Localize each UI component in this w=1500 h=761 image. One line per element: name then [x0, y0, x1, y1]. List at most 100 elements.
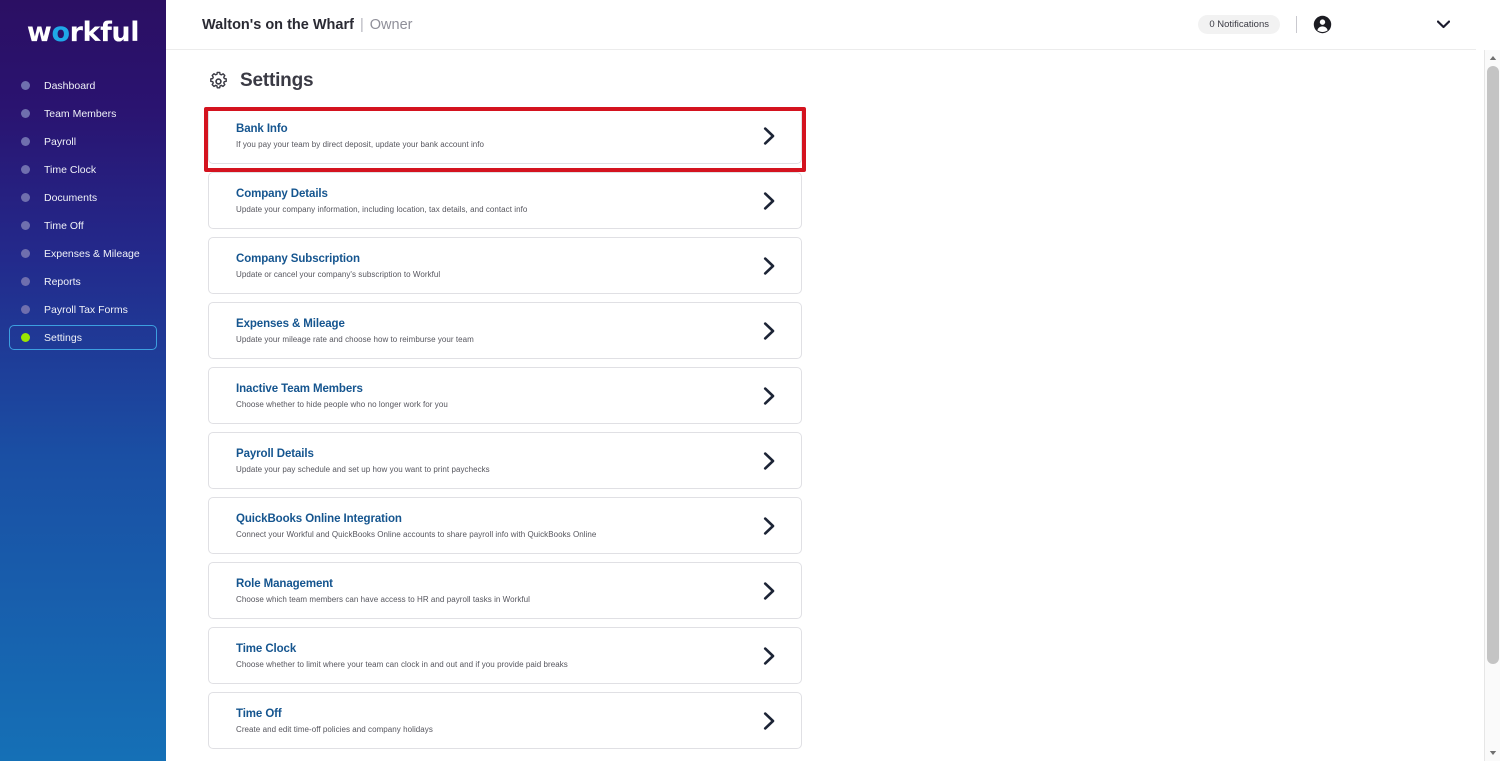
settings-card[interactable]: Payroll Details Update your pay schedule …	[208, 432, 802, 489]
page-title: Settings	[240, 70, 314, 91]
settings-card-title: QuickBooks Online Integration	[236, 512, 402, 525]
settings-card-text: Company Subscription Update or cancel you…	[236, 253, 440, 279]
settings-card[interactable]: Inactive Team Members Choose whether to h…	[208, 367, 802, 424]
chevron-right-icon[interactable]	[763, 126, 776, 145]
company-breadcrumb: Walton's on the Wharf | Owner	[202, 17, 413, 33]
sidebar-item-label: Documents	[44, 191, 98, 204]
header-scroll-corner	[1476, 0, 1492, 50]
scroll-up-arrow-icon[interactable]	[1485, 50, 1500, 66]
page-header: Settings	[208, 70, 1492, 92]
chevron-right-icon[interactable]	[763, 191, 776, 210]
sidebar-item-dot-icon	[21, 305, 30, 314]
logo-text-suffix: rkful	[69, 17, 140, 48]
chevron-down-icon[interactable]	[1437, 20, 1450, 29]
chevron-right-icon[interactable]	[763, 581, 776, 600]
settings-card-list: Bank Info If you pay your team by direct …	[208, 107, 802, 749]
sidebar-item-time-clock[interactable]: Time Clock	[9, 157, 157, 182]
settings-card[interactable]: Bank Info If you pay your team by direct …	[208, 107, 802, 164]
chevron-right-icon[interactable]	[763, 711, 776, 730]
settings-card-text: Expenses & Mileage Update your mileage ra…	[236, 318, 474, 344]
settings-card-title: Payroll Details	[236, 447, 314, 460]
main-content: Settings Bank Info If you pay your team b…	[166, 50, 1492, 761]
company-name: Walton's on the Wharf	[202, 16, 354, 33]
sidebar-item-payroll[interactable]: Payroll	[9, 129, 157, 154]
settings-card-text: Payroll Details Update your pay schedule …	[236, 448, 490, 474]
settings-card-description: If you pay your team by direct deposit, …	[236, 139, 485, 149]
sidebar-item-settings[interactable]: Settings	[9, 325, 157, 350]
settings-card[interactable]: Company Details Update your company infor…	[208, 172, 802, 229]
settings-card-description: Update your mileage rate and choose how …	[236, 334, 474, 344]
settings-card-title: Company Details	[236, 187, 328, 200]
scrollbar-thumb[interactable]	[1487, 66, 1499, 664]
scroll-down-arrow-icon[interactable]	[1485, 745, 1500, 761]
sidebar-item-dot-icon	[21, 109, 30, 118]
sidebar-nav: Dashboard Team Members Payroll Time Clock Do…	[0, 73, 166, 350]
header-divider	[1296, 16, 1297, 33]
settings-card-text: Role Management Choose which team members…	[236, 578, 530, 604]
sidebar-item-dot-icon	[21, 333, 30, 342]
sidebar-item-label: Payroll Tax Forms	[44, 303, 128, 316]
sidebar-item-reports[interactable]: Reports	[9, 269, 157, 294]
sidebar-item-dot-icon	[21, 165, 30, 174]
sidebar-item-label: Reports	[44, 275, 81, 288]
settings-card-description: Update your pay schedule and set up how …	[236, 464, 490, 474]
settings-card[interactable]: Role Management Choose which team members…	[208, 562, 802, 619]
settings-card-description: Create and edit time-off policies and co…	[236, 724, 433, 734]
settings-card[interactable]: Company Subscription Update or cancel you…	[208, 237, 802, 294]
sidebar-item-dashboard[interactable]: Dashboard	[9, 73, 157, 98]
sidebar-item-time-off[interactable]: Time Off	[9, 213, 157, 238]
sidebar-item-expenses-mileage[interactable]: Expenses & Mileage	[9, 241, 157, 266]
header-actions: 0 Notifications	[1198, 15, 1450, 34]
sidebar-item-dot-icon	[21, 277, 30, 286]
settings-card-text: Time Off Create and edit time-off policie…	[236, 708, 433, 734]
sidebar-item-payroll-tax-forms[interactable]: Payroll Tax Forms	[9, 297, 157, 322]
settings-card-description: Connect your Workful and QuickBooks Onli…	[236, 529, 597, 539]
settings-card-description: Choose which team members can have acces…	[236, 594, 530, 604]
sidebar-item-dot-icon	[21, 193, 30, 202]
settings-card-description: Choose whether to hide people who no lon…	[236, 399, 448, 409]
settings-card-text: Inactive Team Members Choose whether to h…	[236, 383, 448, 409]
settings-card-title: Inactive Team Members	[236, 382, 363, 395]
notifications-badge[interactable]: 0 Notifications	[1198, 15, 1280, 34]
settings-card-title: Expenses & Mileage	[236, 317, 345, 330]
sidebar-item-label: Time Off	[44, 219, 84, 232]
chevron-right-icon[interactable]	[763, 451, 776, 470]
chevron-right-icon[interactable]	[763, 516, 776, 535]
settings-card-text: Bank Info If you pay your team by direct …	[236, 123, 484, 149]
settings-card[interactable]: Time Off Create and edit time-off policie…	[208, 692, 802, 749]
settings-card-title: Time Clock	[236, 642, 297, 655]
chevron-right-icon[interactable]	[763, 256, 776, 275]
sidebar-item-label: Team Members	[44, 107, 117, 120]
page-scrollbar[interactable]	[1484, 50, 1500, 761]
sidebar-item-dot-icon	[21, 137, 30, 146]
account-circle-icon[interactable]	[1313, 15, 1332, 34]
settings-card-title: Time Off	[236, 707, 282, 720]
settings-card-description: Update your company information, includi…	[236, 204, 528, 214]
chevron-right-icon[interactable]	[763, 321, 776, 340]
gear-icon	[208, 71, 229, 92]
sidebar-item-dot-icon	[21, 81, 30, 90]
sidebar-item-documents[interactable]: Documents	[9, 185, 157, 210]
settings-card[interactable]: QuickBooks Online Integration Connect you…	[208, 497, 802, 554]
user-role: Owner	[369, 16, 413, 33]
sidebar-item-label: Time Clock	[44, 163, 97, 176]
settings-card[interactable]: Expenses & Mileage Update your mileage ra…	[208, 302, 802, 359]
settings-card[interactable]: Time Clock Choose whether to limit where …	[208, 627, 802, 684]
breadcrumb-separator: |	[359, 16, 364, 33]
chevron-right-icon[interactable]	[763, 386, 776, 405]
workful-logo: workful	[0, 17, 166, 48]
settings-card-title: Company Subscription	[236, 252, 360, 265]
sidebar-item-dot-icon	[21, 249, 30, 258]
logo-text-accent: o	[51, 17, 70, 48]
sidebar: workful Dashboard Team Members Payroll Time…	[0, 0, 166, 761]
settings-card-text: QuickBooks Online Integration Connect you…	[236, 513, 596, 539]
settings-card-title: Bank Info	[236, 122, 288, 135]
sidebar-item-dot-icon	[21, 221, 30, 230]
sidebar-item-label: Settings	[44, 331, 82, 344]
chevron-right-icon[interactable]	[763, 646, 776, 665]
logo-text-prefix: w	[26, 17, 52, 48]
sidebar-item-label: Payroll	[44, 135, 77, 148]
settings-card-text: Time Clock Choose whether to limit where …	[236, 643, 568, 669]
sidebar-item-label: Expenses & Mileage	[44, 247, 140, 260]
sidebar-item-team-members[interactable]: Team Members	[9, 101, 157, 126]
